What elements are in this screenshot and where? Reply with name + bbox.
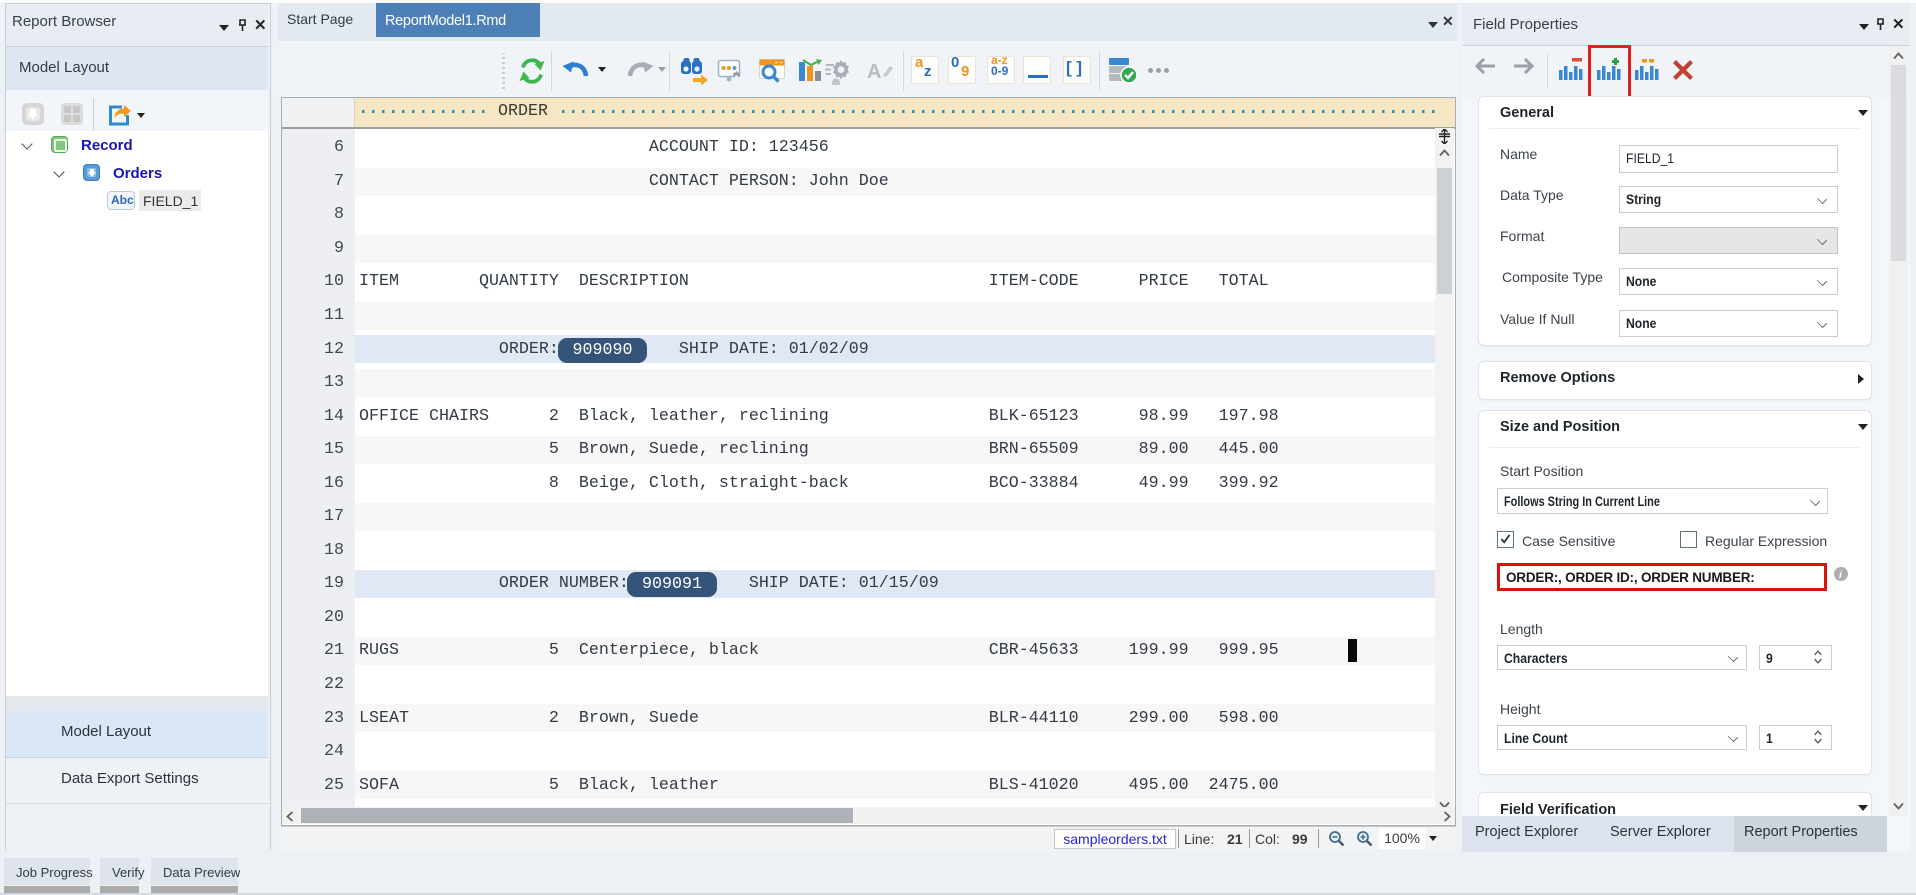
svg-text:A: A: [867, 61, 881, 83]
